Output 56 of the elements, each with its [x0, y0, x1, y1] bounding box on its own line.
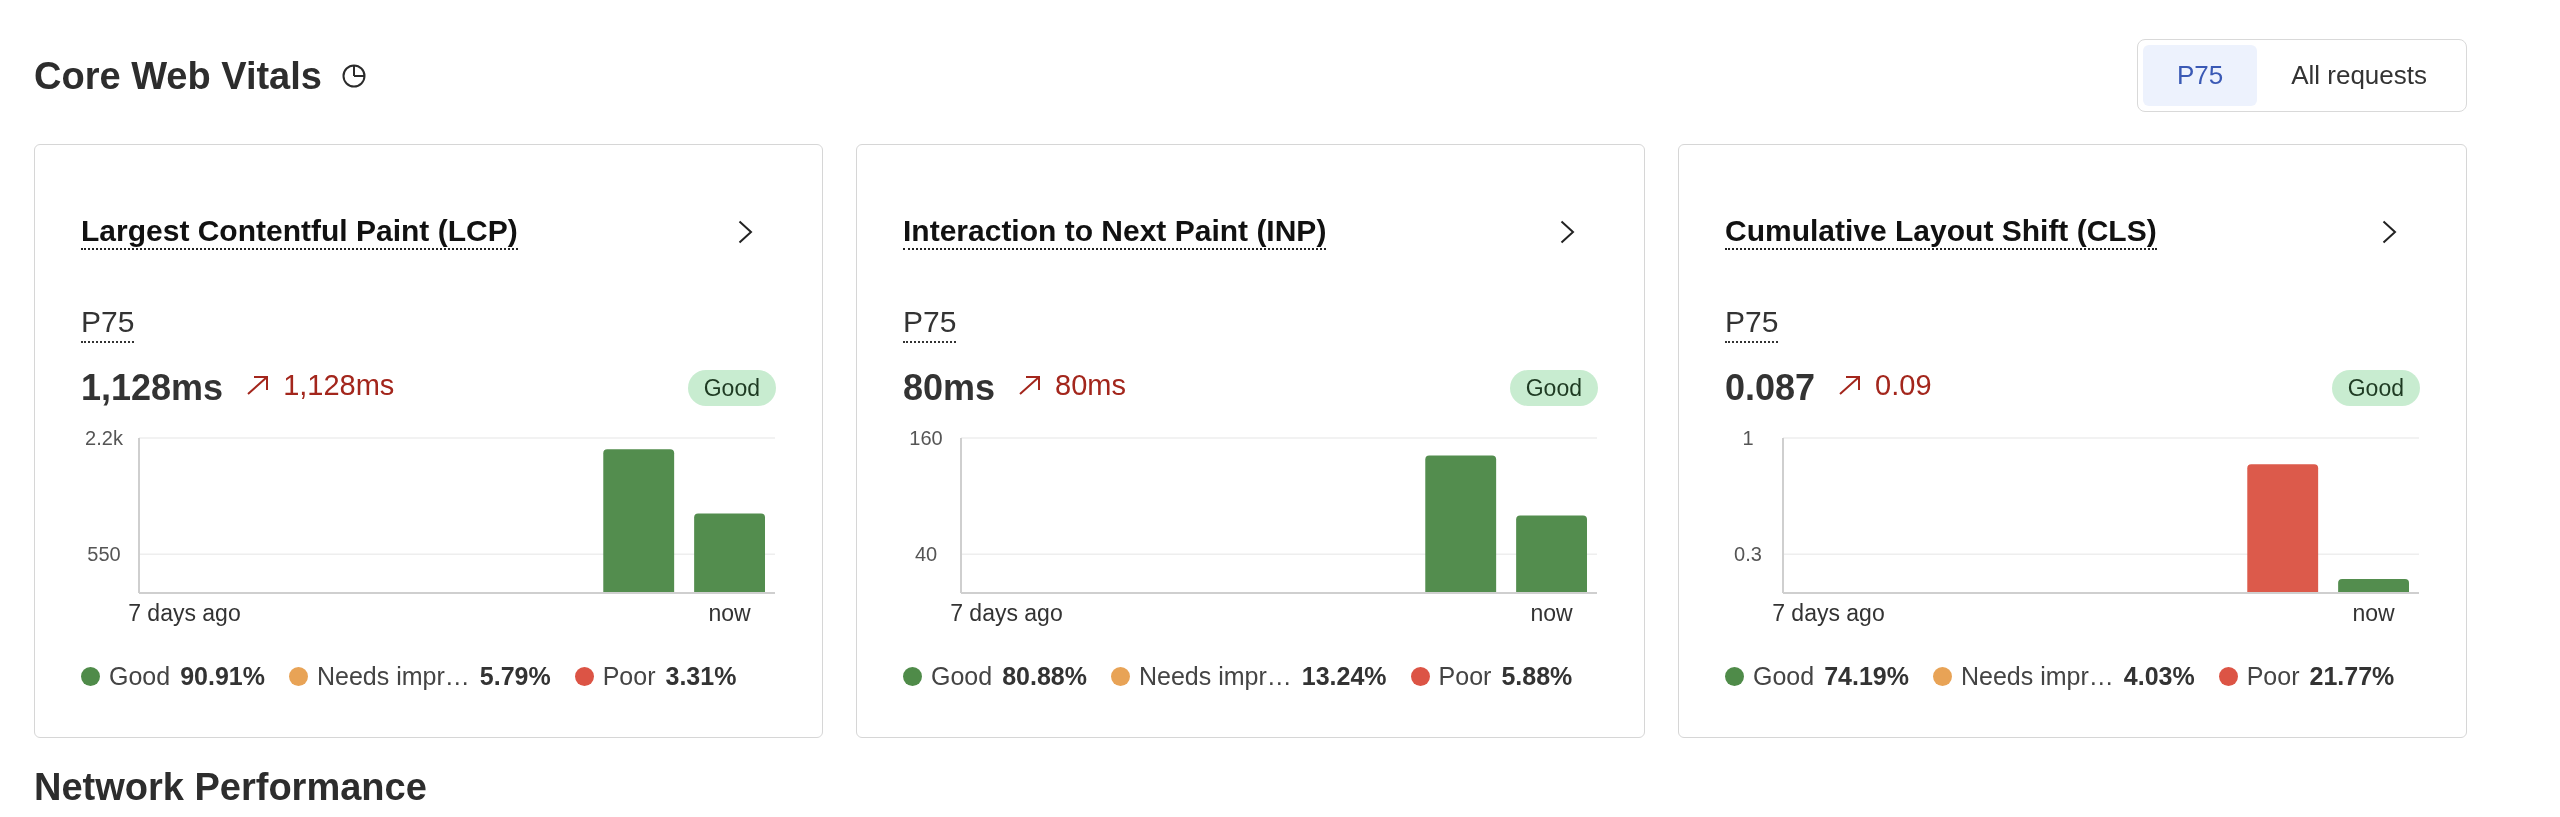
legend-label: Good [109, 661, 171, 691]
axis-label: 0.3 [1734, 543, 1762, 566]
trend-value: 0.09 [1875, 368, 1932, 403]
metric-title: Cumulative Layout Shift (CLS) [1725, 214, 2157, 250]
status-badge: Good [2331, 370, 2420, 406]
chevron-right-icon[interactable] [2382, 220, 2397, 244]
section-title: Core Web Vitals [34, 53, 322, 99]
toggle-tab[interactable]: P75 [2142, 45, 2258, 106]
percentile-label: P75 [903, 305, 957, 343]
pie-chart-icon [341, 63, 366, 88]
axis-label: 7 days ago [1772, 600, 1885, 626]
status-badge: Good [687, 370, 776, 406]
axis-label: 40 [914, 543, 938, 566]
percentile-label: P75 [81, 305, 135, 343]
chevron-right-icon[interactable] [738, 220, 753, 244]
legend-value: 5.79% [479, 661, 551, 691]
status-badge: Good [1509, 370, 1598, 406]
chevron-right-icon[interactable] [1560, 220, 1575, 244]
legend-label: Poor [1438, 661, 1492, 691]
legend-value: 90.91% [180, 661, 265, 691]
metric-value: 0.087 [1725, 366, 1816, 410]
trend-value: 1,128ms [283, 368, 395, 403]
section-title: Network Performance [34, 766, 427, 808]
legend-value: 21.77% [2309, 661, 2395, 691]
metric-value: 80ms [903, 366, 996, 410]
axis-label: 1 [1742, 427, 1754, 449]
metric-title: Largest Contentful Paint (LCP) [81, 214, 518, 250]
legend-label: Good [931, 661, 993, 691]
axis-label: 160 [909, 427, 943, 449]
metric-value: 1,128ms [81, 366, 224, 410]
axis-label: now [708, 600, 751, 626]
percentile-label: P75 [1725, 305, 1779, 343]
metric-title: Interaction to Next Paint (INP) [903, 214, 1327, 250]
trend-value: 80ms [1055, 368, 1126, 403]
arrow-up-right-icon [1018, 375, 1042, 395]
legend-label: Needs impr… [1960, 661, 2114, 691]
legend-label: Poor [602, 661, 656, 691]
legend-value: 13.24% [1301, 661, 1387, 691]
axis-label: 2.2k [85, 427, 123, 449]
legend-value: 4.03% [2123, 661, 2195, 691]
legend-value: 80.88% [1002, 661, 1087, 691]
legend-value: 3.31% [665, 661, 737, 691]
axis-label: 7 days ago [950, 600, 1063, 626]
toggle-tab[interactable]: All requests [2257, 45, 2461, 106]
axis-label: 550 [87, 543, 121, 566]
legend-label: Good [1753, 661, 1815, 691]
axis-label: now [1530, 600, 1573, 626]
axis-label: 7 days ago [128, 600, 241, 626]
legend-value: 74.19% [1824, 661, 1909, 691]
arrow-up-right-icon [246, 375, 270, 395]
axis-label: now [2352, 600, 2395, 626]
legend-label: Needs impr… [316, 661, 470, 691]
legend-value: 5.88% [1501, 661, 1573, 691]
legend-label: Needs impr… [1138, 661, 1292, 691]
legend-label: Poor [2246, 661, 2300, 691]
arrow-up-right-icon [1838, 375, 1862, 395]
